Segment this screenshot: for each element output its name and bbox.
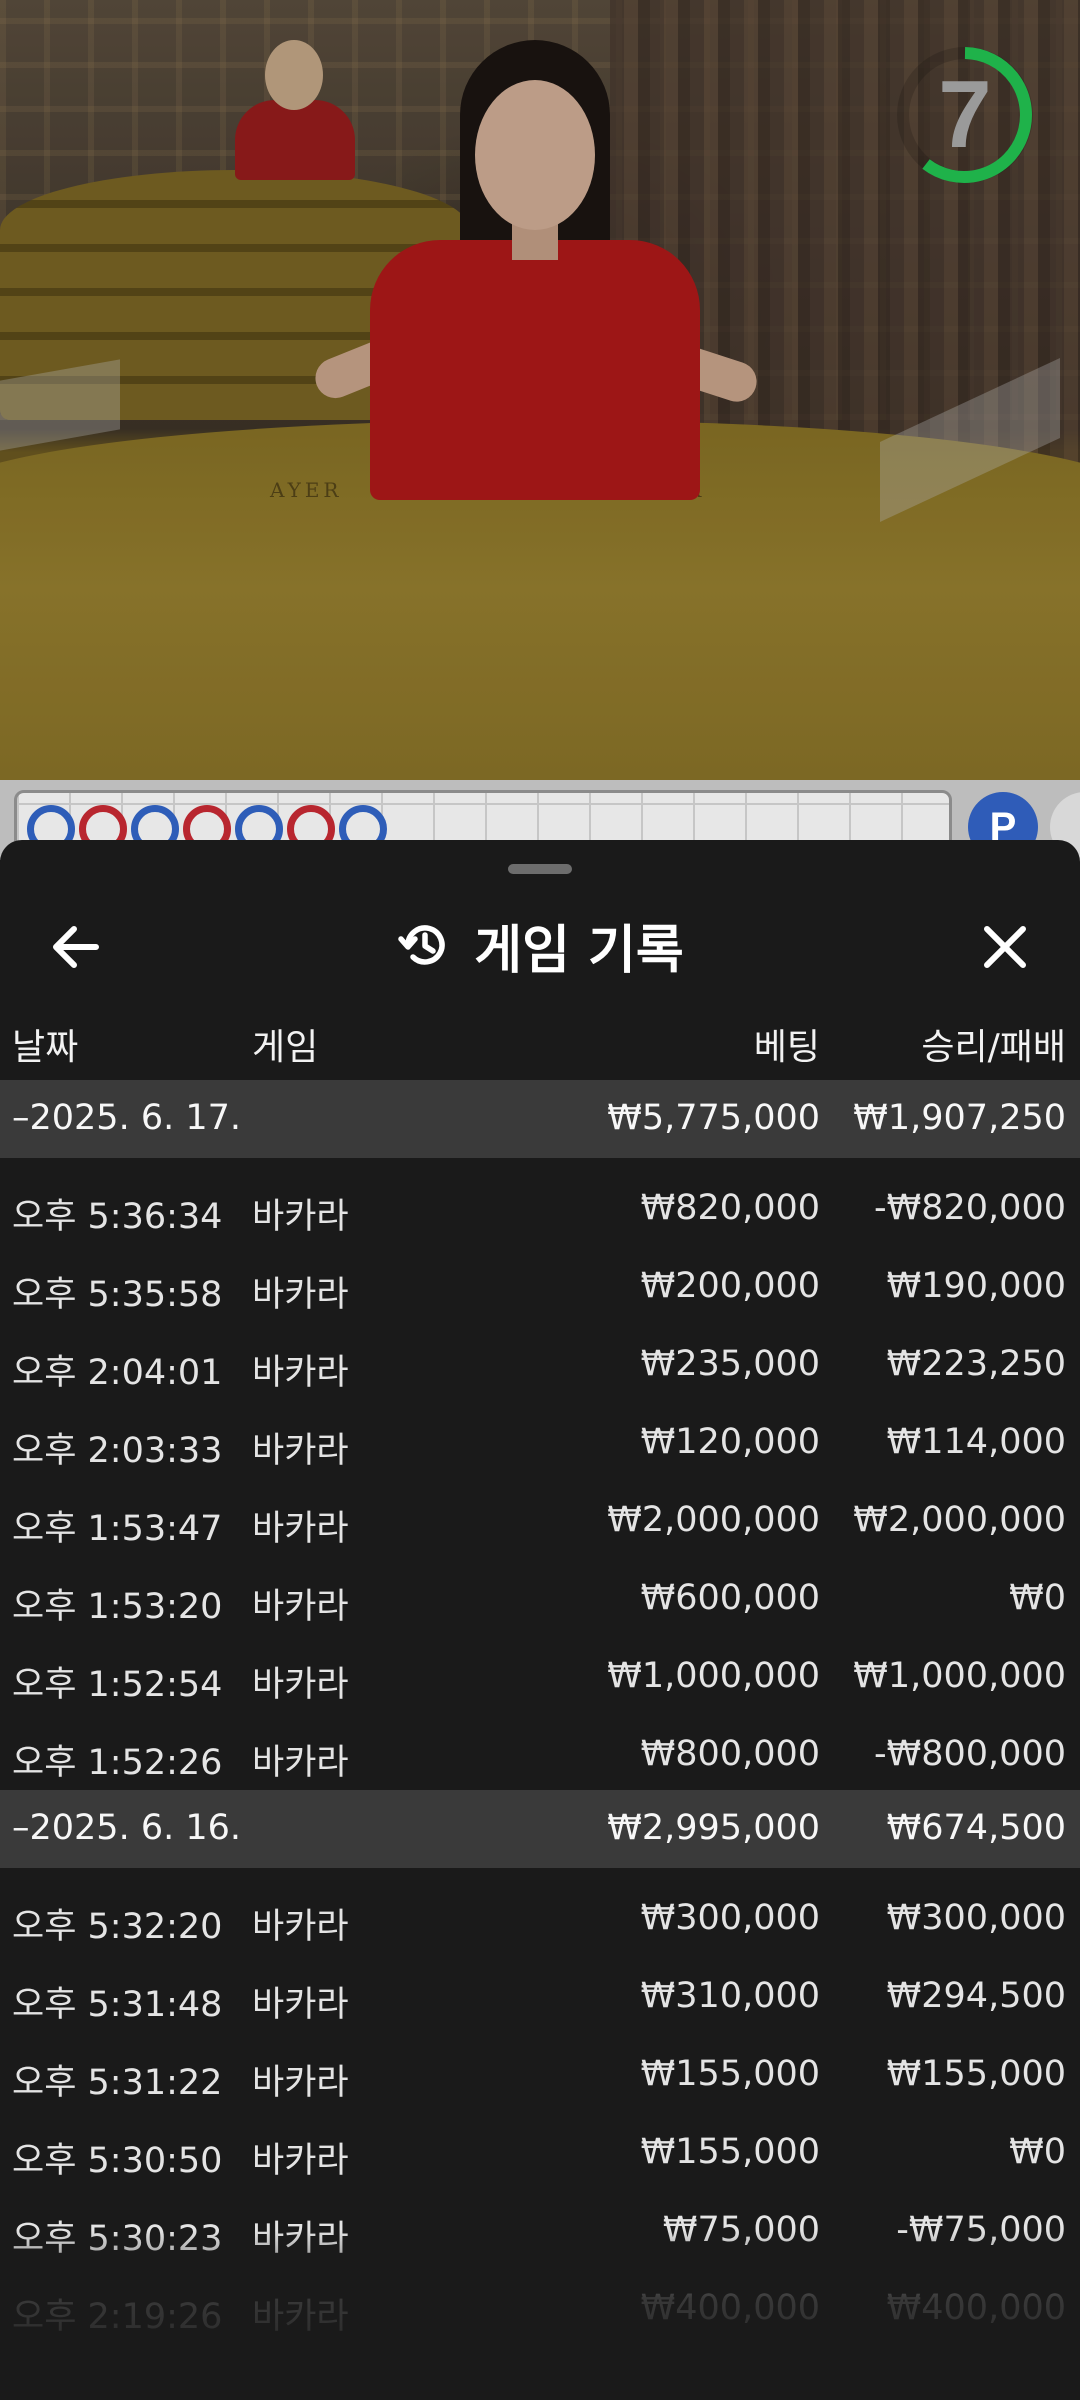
row-bet: ₩600,000 — [640, 1578, 820, 1618]
history-row[interactable]: 오후 5:30:23 바카라 ₩75,000 -₩75,000 — [0, 2188, 1080, 2266]
group-total-win-loss: ₩674,500 — [886, 1808, 1066, 1848]
row-bet: ₩800,000 — [640, 1734, 820, 1774]
row-game: 바카라 — [252, 1509, 349, 1549]
column-header-win-loss: 승리/패배 — [921, 1027, 1066, 1068]
row-win-loss: ₩400,000 — [886, 2288, 1066, 2328]
history-row[interactable]: 오후 2:04:01 바카라 ₩235,000 ₩223,250 — [0, 1322, 1080, 1400]
row-bet: ₩235,000 — [640, 1344, 820, 1384]
group-date: –2025. 6. 17. — [12, 1098, 242, 1138]
row-game: 바카라 — [252, 1907, 349, 1947]
row-game: 바카라 — [252, 1665, 349, 1705]
row-time: 오후 5:31:48 — [12, 1985, 223, 2025]
row-game: 바카라 — [252, 1743, 349, 1783]
sheet-drag-handle[interactable] — [508, 864, 572, 874]
row-win-loss: -₩75,000 — [896, 2210, 1066, 2250]
countdown-value: 7 — [938, 61, 992, 168]
row-game: 바카라 — [252, 1587, 349, 1627]
row-time: 오후 1:53:47 — [12, 1509, 223, 1549]
sheet-title: 게임 기록 — [474, 920, 684, 981]
history-list[interactable]: –2025. 6. 17. ₩5,775,000 ₩1,907,250 오후 5:36… — [0, 1080, 1080, 2344]
history-row[interactable]: 오후 5:30:50 바카라 ₩155,000 ₩0 — [0, 2110, 1080, 2188]
row-game: 바카라 — [252, 2063, 349, 2103]
row-game: 바카라 — [252, 1275, 349, 1315]
row-time: 오후 5:35:58 — [12, 1275, 223, 1315]
row-time: 오후 2:19:26 — [12, 2297, 223, 2337]
row-game: 바카라 — [252, 2141, 349, 2181]
sheet-header: 게임 기록 — [0, 890, 1080, 1000]
row-bet: ₩820,000 — [640, 1188, 820, 1228]
history-row[interactable]: 오후 5:31:48 바카라 ₩310,000 ₩294,500 — [0, 1954, 1080, 2032]
row-win-loss: ₩294,500 — [886, 1976, 1066, 2016]
group-date: –2025. 6. 16. — [12, 1808, 242, 1848]
row-time: 오후 5:31:22 — [12, 2063, 223, 2103]
row-time: 오후 5:36:34 — [12, 1197, 223, 1237]
row-game: 바카라 — [252, 1985, 349, 2025]
date-group-header[interactable]: –2025. 6. 17. ₩5,775,000 ₩1,907,250 — [0, 1080, 1080, 1158]
history-row[interactable]: 오후 2:19:26 바카라 ₩400,000 ₩400,000 — [0, 2266, 1080, 2344]
row-game: 바카라 — [252, 1353, 349, 1393]
row-bet: ₩310,000 — [640, 1976, 820, 2016]
row-time: 오후 5:30:50 — [12, 2141, 223, 2181]
history-icon — [398, 925, 446, 965]
row-win-loss: ₩155,000 — [886, 2054, 1066, 2094]
row-win-loss: ₩190,000 — [886, 1266, 1066, 1306]
row-bet: ₩300,000 — [640, 1898, 820, 1938]
history-row[interactable]: 오후 5:31:22 바카라 ₩155,000 ₩155,000 — [0, 2032, 1080, 2110]
column-header-game: 게임 — [252, 1027, 319, 1068]
history-row[interactable]: 오후 5:35:58 바카라 ₩200,000 ₩190,000 — [0, 1244, 1080, 1322]
row-bet: ₩75,000 — [662, 2210, 820, 2250]
history-row[interactable]: 오후 1:52:26 바카라 ₩800,000 -₩800,000 — [0, 1712, 1080, 1790]
countdown-timer: 7 — [890, 40, 1040, 190]
close-button[interactable] — [970, 912, 1040, 982]
live-video: AYER BANKER 7 — [0, 0, 1080, 840]
history-row[interactable]: 오후 1:53:20 바카라 ₩600,000 ₩0 — [0, 1556, 1080, 1634]
app-screen: AYER BANKER 7 P — [0, 0, 1080, 2400]
row-win-loss: -₩800,000 — [874, 1734, 1066, 1774]
row-time: 오후 1:52:26 — [12, 1743, 223, 1783]
row-win-loss: ₩300,000 — [886, 1898, 1066, 1938]
group-total-bet: ₩5,775,000 — [607, 1098, 820, 1138]
row-bet: ₩155,000 — [640, 2054, 820, 2094]
row-game: 바카라 — [252, 2297, 349, 2337]
group-total-win-loss: ₩1,907,250 — [853, 1098, 1066, 1138]
row-win-loss: ₩114,000 — [886, 1422, 1066, 1462]
row-bet: ₩200,000 — [640, 1266, 820, 1306]
row-bet: ₩1,000,000 — [607, 1656, 820, 1696]
row-time: 오후 5:32:20 — [12, 1907, 223, 1947]
row-time: 오후 5:30:23 — [12, 2219, 223, 2259]
row-bet: ₩155,000 — [640, 2132, 820, 2172]
column-header-bet: 베팅 — [753, 1027, 820, 1068]
row-win-loss: ₩2,000,000 — [853, 1500, 1066, 1540]
row-win-loss: ₩223,250 — [886, 1344, 1066, 1384]
group-total-bet: ₩2,995,000 — [607, 1808, 820, 1848]
column-headers: 날짜 게임 베팅 승리/패배 — [0, 1000, 1080, 1080]
row-win-loss: -₩820,000 — [874, 1188, 1066, 1228]
row-time: 오후 2:03:33 — [12, 1431, 223, 1471]
history-row[interactable]: 오후 5:36:34 바카라 ₩820,000 -₩820,000 — [0, 1166, 1080, 1244]
date-group-header[interactable]: –2025. 6. 16. ₩2,995,000 ₩674,500 — [0, 1790, 1080, 1868]
history-row[interactable]: 오후 1:52:54 바카라 ₩1,000,000 ₩1,000,000 — [0, 1634, 1080, 1712]
arrow-left-icon — [53, 926, 99, 968]
history-row[interactable]: 오후 2:03:33 바카라 ₩120,000 ₩114,000 — [0, 1400, 1080, 1478]
row-win-loss: ₩0 — [1009, 2132, 1066, 2172]
row-time: 오후 2:04:01 — [12, 1353, 223, 1393]
row-bet: ₩2,000,000 — [607, 1500, 820, 1540]
row-game: 바카라 — [252, 1431, 349, 1471]
close-icon — [984, 926, 1026, 968]
row-bet: ₩120,000 — [640, 1422, 820, 1462]
row-bet: ₩400,000 — [640, 2288, 820, 2328]
history-row[interactable]: 오후 5:32:20 바카라 ₩300,000 ₩300,000 — [0, 1876, 1080, 1954]
history-row[interactable]: 오후 1:53:47 바카라 ₩2,000,000 ₩2,000,000 — [0, 1478, 1080, 1556]
row-win-loss: ₩1,000,000 — [853, 1656, 1066, 1696]
row-time: 오후 1:52:54 — [12, 1665, 223, 1705]
game-history-sheet: 게임 기록 날짜 게임 베팅 승리/패배 –2025. 6. 17. ₩5,775… — [0, 840, 1080, 2400]
column-header-date: 날짜 — [12, 1027, 79, 1068]
row-game: 바카라 — [252, 2219, 349, 2259]
row-win-loss: ₩0 — [1009, 1578, 1066, 1618]
row-time: 오후 1:53:20 — [12, 1587, 223, 1627]
back-button[interactable] — [40, 912, 110, 982]
row-game: 바카라 — [252, 1197, 349, 1237]
